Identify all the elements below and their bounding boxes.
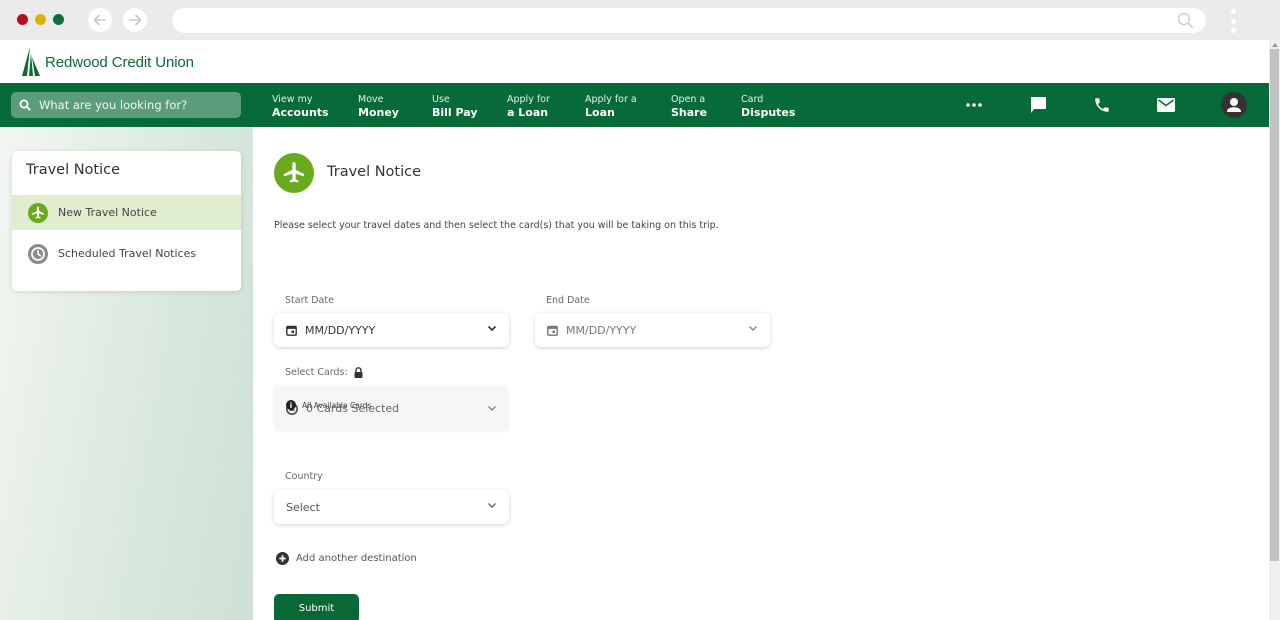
nav-label-small: Apply for [507,94,550,105]
end-date-field[interactable]: MM/DD/YYYY [535,313,770,347]
browser-back-button[interactable] [88,8,112,32]
page-viewport: Redwood Credit Union View myAccounts Mov… [0,40,1269,620]
browser-chrome [0,0,1280,40]
instructions-text: Please select your travel dates and then… [274,220,719,231]
page-title: Travel Notice [327,164,422,180]
window-minimize-button[interactable] [35,14,46,25]
more-button[interactable] [964,93,984,117]
window-close-button[interactable] [17,14,28,25]
redwood-tree-icon [22,47,40,76]
hero-airplane-badge [274,153,314,193]
start-date-field[interactable]: MM/DD/YYYY [274,313,509,347]
scroll-up-arrow-icon[interactable] [1272,43,1278,47]
address-bar[interactable] [172,8,1206,33]
mail-button[interactable] [1156,93,1176,117]
start-date-value: MM/DD/YYYY [305,323,376,337]
submit-button[interactable]: Submit [274,594,359,620]
end-date-label: End Date [546,295,590,306]
mail-icon [1157,98,1175,112]
airplane-icon [283,161,305,183]
clock-icon [28,243,48,264]
add-destination-link[interactable]: Add another destination [276,552,417,565]
chat-button[interactable] [1028,93,1048,117]
country-dropdown[interactable]: Select [274,490,509,524]
nav-label-small: Open a [671,94,706,105]
user-profile-button[interactable] [1220,92,1247,118]
nav-view-accounts[interactable]: View my Accounts [272,93,329,119]
nav-label-small: Move [358,94,384,105]
nav-label-small: View my [272,94,313,105]
main-content: Travel Notice Please select your travel … [253,127,1269,620]
sidebar-item-label: Scheduled Travel Notices [58,247,197,260]
sidebar-item-label: New Travel Notice [58,206,157,219]
cards-hint: All Available Cards [286,400,371,410]
sidebar-title: Travel Notice [26,162,121,178]
calendar-icon [547,325,558,336]
country-label: Country [285,471,323,482]
select-cards-label-row: Select Cards: [285,367,363,378]
nav-label-small: Use [432,94,450,105]
nav-card-disputes[interactable]: Card Disputes [741,93,795,119]
site-search[interactable] [11,92,241,118]
end-date-value: MM/DD/YYYY [566,323,637,337]
add-destination-label: Add another destination [296,553,417,564]
start-date-label: Start Date [285,295,334,306]
chevron-down-icon [488,503,496,508]
top-navigation: View myAccounts MoveMoney UseBill Pay Ap… [0,83,1269,127]
nav-label-big: a Loan [507,106,549,119]
search-icon [1177,12,1194,29]
nav-bill-pay[interactable]: Use Bill Pay [432,93,478,119]
window-maximize-button[interactable] [53,14,64,25]
select-cards-label: Select Cards: [285,367,348,378]
nav-apply-loan[interactable]: Apply for a Loan [585,93,637,119]
lock-icon [354,367,363,378]
arrow-right-icon [129,14,142,26]
browser-forward-button[interactable] [123,8,147,32]
nav-label-big: Accounts [272,106,329,119]
phone-button[interactable] [1092,93,1112,117]
nav-label-big: Bill Pay [432,106,478,119]
chevron-down-icon [749,326,757,331]
chevron-down-icon [488,406,496,411]
nav-apply-for-a-loan[interactable]: Apply for a Loan [507,93,550,119]
calendar-icon [286,325,297,336]
nav-move-money[interactable]: Move Money [358,93,399,119]
sidebar-card: Travel Notice New Travel Notice Schedule… [12,151,241,291]
info-icon [286,400,296,410]
browser-menu-button[interactable] [1230,9,1236,33]
user-avatar-icon [1220,92,1247,118]
airplane-icon [28,202,48,223]
chevron-down-icon [487,325,497,332]
nav-label-small: Card [741,94,764,105]
nav-open-share[interactable]: Open a Share [671,93,707,119]
more-icon [966,103,982,107]
scrollbar-thumb[interactable] [1270,49,1279,561]
sidebar-item-scheduled-travel-notices[interactable]: Scheduled Travel Notices [12,236,241,271]
sidebar-item-new-travel-notice[interactable]: New Travel Notice [12,195,241,230]
nav-label-small: Apply for a [585,94,637,105]
search-icon [19,99,31,111]
brand-logo[interactable]: Redwood Credit Union [22,47,194,77]
arrow-left-icon [93,14,106,26]
nav-label-big: Loan [585,106,615,119]
country-value: Select [286,500,320,514]
phone-icon [1095,98,1109,112]
nav-label-big: Share [671,106,708,119]
cards-hint-text: All Available Cards [302,400,372,410]
site-search-input[interactable] [39,98,229,112]
nav-label-big: Money [358,106,399,119]
nav-label-big: Disputes [741,106,796,119]
plus-circle-icon [276,552,289,565]
chat-icon [1030,97,1046,113]
page-scrollbar[interactable] [1269,40,1280,620]
brand-name: Redwood Credit Union [45,53,194,71]
